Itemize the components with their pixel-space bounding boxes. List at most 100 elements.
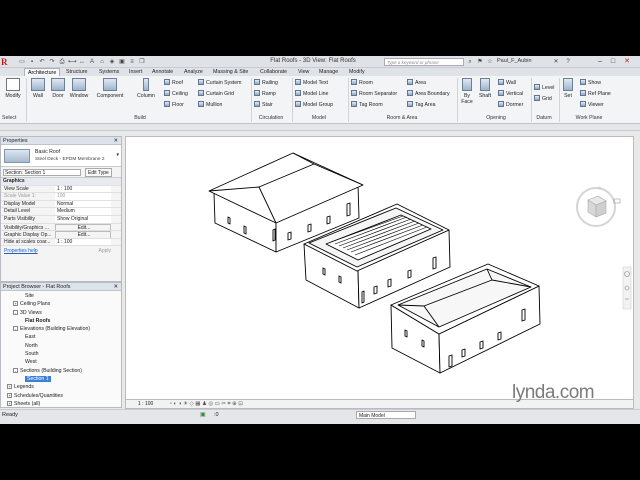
tab-collaborate[interactable]: Collaborate [257, 68, 290, 76]
property-row[interactable]: Scale Value 1: 100 [1, 193, 121, 201]
save-icon[interactable]: ▪ [28, 58, 36, 66]
print-icon[interactable]: ⎙ [58, 58, 66, 66]
open-icon[interactable]: ▭ [18, 58, 26, 66]
railing-button[interactable]: Railing [254, 79, 278, 88]
tab-manage[interactable]: Manage [316, 68, 341, 76]
close-icon[interactable]: ✕ [113, 137, 118, 145]
search-input[interactable]: Type a keyword or phrase [384, 58, 464, 66]
property-value[interactable]: Edit... [55, 231, 111, 238]
set-button[interactable]: Set [560, 78, 576, 99]
close-button[interactable]: ✕ [621, 57, 633, 66]
instance-filter-select[interactable]: Section: Section 1 [3, 169, 81, 176]
property-value[interactable]: Show Original [55, 215, 111, 223]
property-value[interactable]: Normal [55, 200, 111, 208]
ref-plane-button[interactable]: Ref Plane [580, 90, 611, 99]
ramp-button[interactable]: Ramp [254, 90, 276, 99]
property-row[interactable]: Detail Level Medium [1, 208, 121, 216]
apply-button[interactable]: Apply [98, 248, 111, 254]
section-icon[interactable]: ◈ [108, 58, 116, 66]
tab-massing-site[interactable]: Massing & Site [210, 68, 251, 76]
properties-help-link[interactable]: Properties help [4, 248, 38, 254]
collapse-icon[interactable]: - [13, 326, 18, 332]
type-selector[interactable]: Basic Roof Steel Deck - EPDM Membrane 2 … [1, 145, 121, 167]
show-button[interactable]: Show [580, 79, 601, 88]
viewcube-icon[interactable]: ⌂ [576, 185, 616, 227]
model-line-button[interactable]: Model Line [295, 90, 328, 99]
property-row[interactable]: Display Model Normal [1, 200, 121, 209]
wall-opening-button[interactable]: Wall [498, 79, 516, 88]
text-icon[interactable]: A [88, 58, 96, 66]
dimension-icon[interactable]: ↔ [78, 58, 86, 66]
maximize-button[interactable]: □ [607, 57, 619, 66]
chevron-down-icon[interactable]: ▾ [116, 152, 119, 158]
shaft-button[interactable]: Shaft [476, 78, 494, 99]
modify-button[interactable]: Modify [2, 78, 24, 99]
user-name[interactable]: Paul_F_Aubin [497, 58, 532, 64]
search-icon[interactable]: ⌕ [466, 58, 474, 66]
tab-modify[interactable]: Modify [346, 68, 368, 76]
model-text-button[interactable]: Model Text [295, 79, 328, 88]
expand-icon[interactable]: + [7, 400, 12, 406]
tab-systems[interactable]: Systems [96, 68, 122, 76]
curtain-system-button[interactable]: Curtain System [198, 79, 241, 88]
tab-view[interactable]: View [295, 68, 312, 76]
browser-item[interactable]: + Legends [1, 383, 121, 391]
measure-icon[interactable]: ⟷ [68, 58, 77, 66]
3d-view-icon[interactable]: ⌂ [98, 58, 106, 66]
edit-type-button[interactable]: Edit Type [85, 168, 112, 177]
active-design-option[interactable]: Main Model [356, 411, 416, 419]
property-value[interactable]: 1 : 100 [55, 238, 111, 246]
navigation-bar[interactable] [622, 266, 632, 310]
tag-area-button[interactable]: Tag Area [407, 101, 435, 110]
tab-annotate[interactable]: Annotate [149, 68, 176, 76]
tab-architecture[interactable]: Architecture [24, 68, 61, 76]
browser-item[interactable]: Flat Roofs [1, 317, 121, 325]
communication-icon[interactable]: ☆ [486, 58, 494, 66]
view-scale[interactable]: 1 : 100 [138, 401, 153, 407]
redo-icon[interactable]: ↷ [48, 58, 56, 66]
floor-button[interactable]: Floor [164, 101, 184, 110]
application-menu-logo[interactable]: R [1, 57, 15, 67]
close-icon[interactable]: ✕ [113, 283, 118, 291]
vertical-opening-button[interactable]: Vertical [498, 90, 523, 99]
area-button[interactable]: Area [407, 79, 426, 88]
wall-button[interactable]: Wall [27, 78, 49, 99]
browser-item[interactable]: West [1, 358, 121, 366]
ceiling-button[interactable]: Ceiling [164, 90, 188, 99]
browser-item[interactable]: + Schedules/Quantities [1, 392, 121, 400]
close-hidden-icon[interactable]: ▣ [118, 58, 126, 66]
mullion-button[interactable]: Mullion [198, 101, 222, 110]
room-button[interactable]: Room [351, 79, 373, 88]
tag-room-button[interactable]: Tag Room [351, 101, 383, 110]
room-separator-button[interactable]: Room Separator [351, 90, 397, 99]
exchange-apps-icon[interactable]: ✕ [552, 58, 560, 66]
dormer-button[interactable]: Dormer [498, 101, 523, 110]
tab-insert[interactable]: Insert [126, 68, 145, 76]
collapse-icon[interactable]: - [13, 309, 18, 315]
panel-select-label[interactable]: Select [2, 115, 24, 121]
tab-analyze[interactable]: Analyze [181, 68, 206, 76]
browser-item[interactable]: South [1, 350, 121, 358]
door-button[interactable]: Door [47, 78, 69, 99]
property-value[interactable]: 1 : 100 [55, 185, 111, 193]
panel-room-area-label[interactable]: Room & Area [372, 115, 432, 121]
switch-windows-icon[interactable]: ❐ [138, 58, 146, 66]
property-row[interactable]: Visibility/Graphics ... Edit... [1, 223, 121, 232]
property-row[interactable]: Parts Visibility Show Original [1, 215, 121, 224]
help-icon[interactable]: ? [564, 58, 572, 66]
property-row[interactable]: Graphic Display Op... Edit... [1, 231, 121, 239]
browser-item[interactable]: -3D Views [1, 309, 121, 317]
browser-item[interactable]: North [1, 342, 121, 350]
subscription-icon[interactable]: ⚑ [476, 58, 484, 66]
window-button[interactable]: Window [68, 78, 90, 99]
thin-lines-icon[interactable]: ≡ [128, 58, 136, 66]
roof-button[interactable]: Roof [164, 79, 183, 88]
graphics-group[interactable]: Graphics [1, 178, 121, 186]
viewer-button[interactable]: Viewer [580, 101, 604, 110]
browser-item[interactable]: - Sections (Building Section) [1, 367, 121, 375]
component-button[interactable]: Component [93, 78, 127, 99]
property-value[interactable]: Edit... [55, 223, 111, 231]
area-boundary-button[interactable]: Area Boundary [407, 90, 450, 99]
tab-structure[interactable]: Structure [63, 68, 91, 76]
property-value[interactable]: 100 [55, 193, 111, 200]
